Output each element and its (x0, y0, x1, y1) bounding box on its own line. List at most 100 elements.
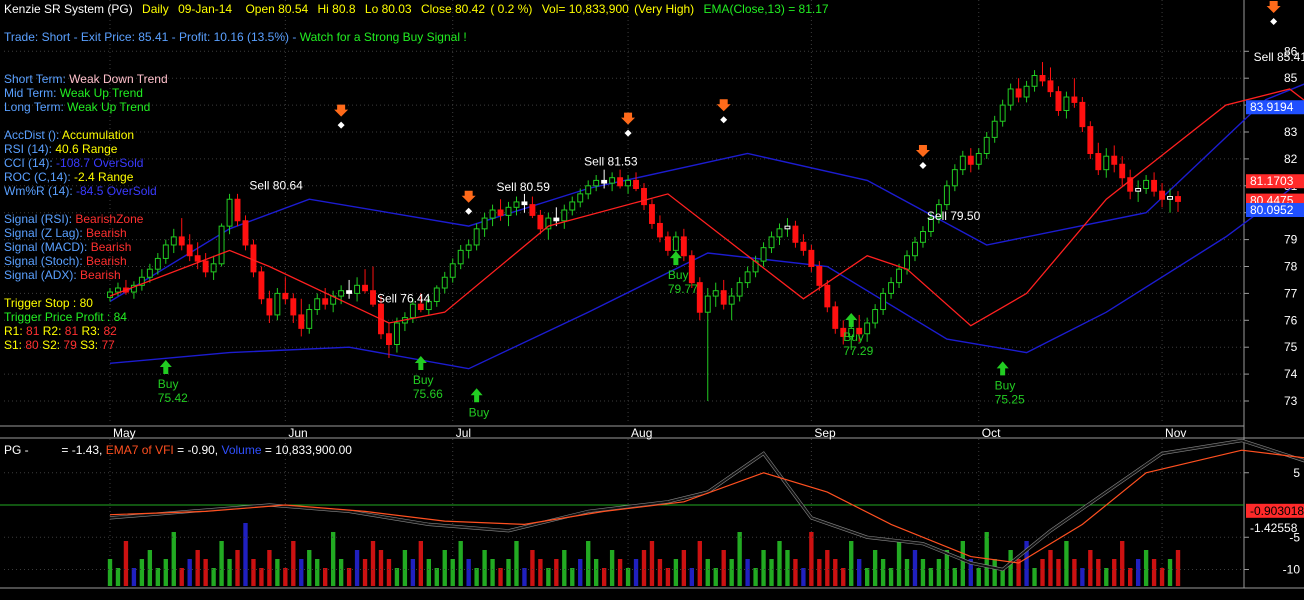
candle-body[interactable] (1143, 179, 1150, 189)
candle-body[interactable] (1079, 101, 1086, 128)
candle-body[interactable] (362, 284, 368, 292)
candle-body[interactable] (1087, 126, 1094, 155)
candle-body[interactable] (864, 322, 871, 335)
candle-body[interactable] (593, 179, 600, 187)
candle-body[interactable] (625, 179, 632, 187)
candle-body[interactable] (800, 241, 807, 251)
candle-body[interactable] (146, 268, 153, 278)
candle-body[interactable] (1039, 75, 1046, 82)
candle-body[interactable] (370, 290, 376, 305)
candle-body[interactable] (210, 263, 217, 273)
candle-body[interactable] (202, 260, 209, 273)
candle-body[interactable] (672, 236, 679, 251)
candle-body[interactable] (298, 314, 305, 329)
candle-body[interactable] (680, 236, 687, 257)
candle-body[interactable] (170, 236, 177, 246)
candle-body[interactable] (1055, 91, 1062, 111)
candle-body[interactable] (449, 263, 456, 278)
candle-body[interactable] (991, 120, 998, 138)
candle-body[interactable] (792, 225, 799, 243)
candle-body[interactable] (489, 209, 496, 219)
candle-body[interactable] (688, 255, 695, 284)
candle-body[interactable] (943, 185, 950, 206)
candle-body[interactable] (218, 225, 225, 265)
candle-body[interactable] (704, 295, 711, 313)
candle-body[interactable] (306, 309, 313, 329)
candle-body[interactable] (314, 298, 321, 311)
candle-body[interactable] (266, 298, 273, 316)
candle-body[interactable] (959, 155, 966, 171)
candle-body[interactable] (784, 225, 791, 230)
candle-body[interactable] (728, 295, 735, 305)
candle-body[interactable] (768, 236, 775, 249)
candle-body[interactable] (154, 257, 161, 270)
candle-body[interactable] (617, 177, 624, 187)
candle-body[interactable] (1023, 85, 1030, 98)
candle-body[interactable] (529, 204, 536, 216)
candle-body[interactable] (983, 136, 990, 155)
candle-body[interactable] (824, 284, 831, 308)
candle-body[interactable] (656, 222, 663, 238)
candle-body[interactable] (1135, 187, 1142, 192)
candle-body[interactable] (1031, 75, 1038, 87)
candle-body[interactable] (274, 292, 281, 316)
candle-body[interactable] (393, 322, 400, 346)
candle-body[interactable] (258, 271, 265, 300)
candle-body[interactable] (816, 265, 823, 286)
candle-body[interactable] (433, 287, 440, 302)
candle-body[interactable] (904, 255, 910, 270)
candle-body[interactable] (386, 333, 392, 346)
candle-body[interactable] (1015, 88, 1022, 98)
candle-body[interactable] (1167, 196, 1173, 200)
candle-body[interactable] (975, 153, 982, 165)
candle-body[interactable] (465, 244, 472, 251)
candle-body[interactable] (513, 201, 520, 208)
candle-body[interactable] (633, 179, 639, 189)
candle-body[interactable] (999, 104, 1006, 122)
candle-body[interactable] (951, 169, 958, 187)
candle-body[interactable] (178, 236, 185, 246)
candle-body[interactable] (776, 228, 783, 238)
candle-body[interactable] (561, 209, 568, 222)
candle-body[interactable] (250, 244, 257, 273)
candle-body[interactable] (880, 292, 887, 311)
candle-body[interactable] (569, 201, 576, 211)
candle-body[interactable] (234, 198, 241, 222)
candle-body[interactable] (664, 236, 671, 251)
candle-body[interactable] (832, 306, 839, 329)
candle-body[interactable] (641, 187, 647, 206)
candle-body[interactable] (497, 209, 504, 216)
candle-body[interactable] (481, 217, 488, 230)
candle-body[interactable] (1047, 80, 1054, 93)
candle-body[interactable] (409, 303, 416, 319)
candle-body[interactable] (457, 249, 464, 265)
candle-body[interactable] (808, 249, 815, 267)
candle-body[interactable] (649, 204, 655, 224)
candle-body[interactable] (1071, 96, 1078, 103)
candle-body[interactable] (107, 291, 113, 298)
candle-body[interactable] (872, 309, 879, 324)
candle-body[interactable] (696, 282, 703, 313)
candle-body[interactable] (712, 290, 719, 297)
candle-body[interactable] (1063, 96, 1070, 111)
candle-body[interactable] (226, 198, 233, 227)
candle-body[interactable] (1111, 155, 1118, 165)
candle-body[interactable] (1119, 163, 1126, 179)
candle-body[interactable] (601, 179, 608, 184)
candle-body[interactable] (194, 255, 201, 262)
candle-body[interactable] (338, 290, 345, 297)
candle-body[interactable] (242, 220, 249, 246)
candle-body[interactable] (1151, 179, 1158, 192)
candle-body[interactable] (888, 282, 895, 294)
candle-body[interactable] (736, 282, 743, 297)
candle-body[interactable] (577, 193, 584, 203)
candle-body[interactable] (322, 298, 329, 305)
candle-body[interactable] (967, 155, 974, 165)
candle-body[interactable] (896, 268, 902, 284)
candle-body[interactable] (290, 298, 297, 316)
candle-body[interactable] (1103, 155, 1110, 171)
candle-body[interactable] (441, 276, 448, 289)
candle-body[interactable] (1007, 88, 1014, 106)
candle-body[interactable] (346, 290, 353, 294)
candle-body[interactable] (744, 271, 751, 284)
